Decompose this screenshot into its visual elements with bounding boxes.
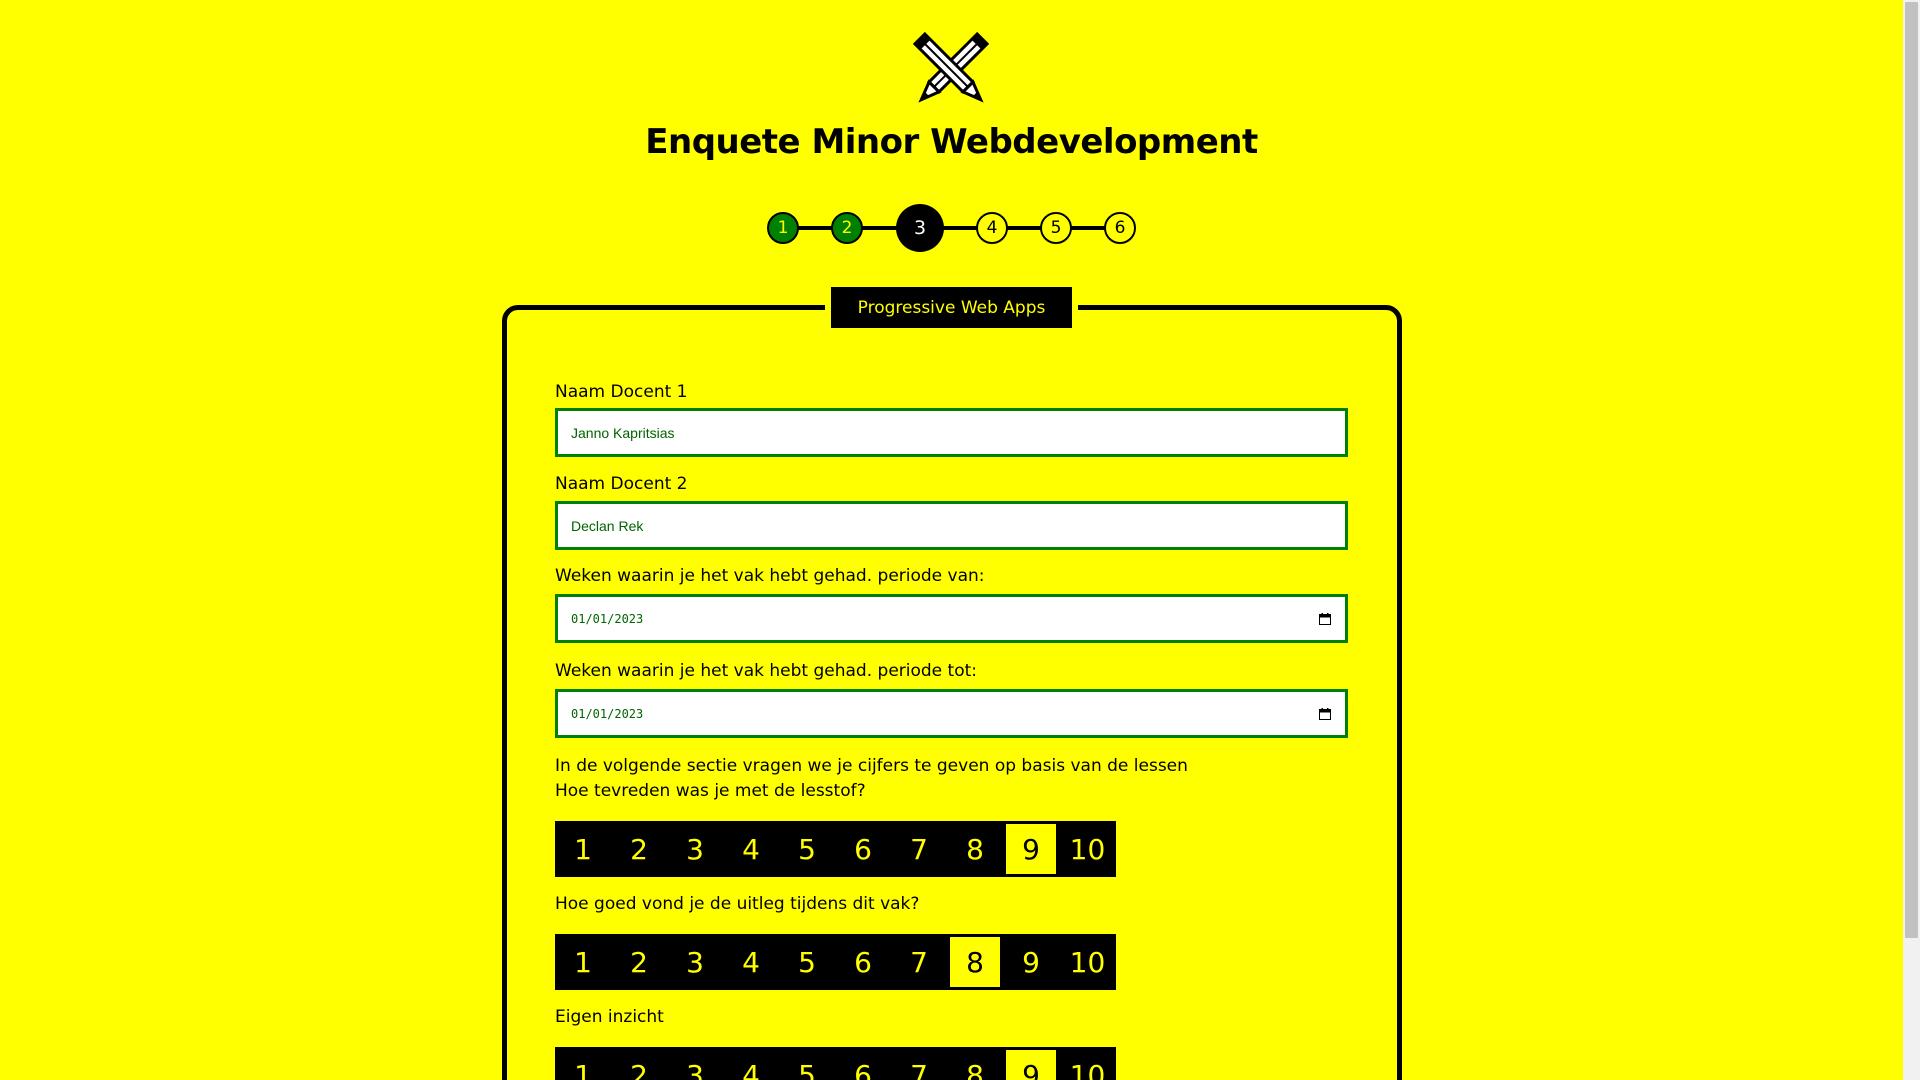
periode-tot-label: Weken waarin je het vak hebt gehad. peri… [555,661,978,681]
calendar-icon[interactable] [1319,613,1331,625]
periode-tot-value: 01/01/2023 [571,706,644,721]
rating-option-6[interactable]: 6 [835,934,891,990]
step-1[interactable]: 1 [767,212,799,244]
rating-intro-text: In de volgende sectie vragen we je cijfe… [555,756,1188,776]
rating-option-6[interactable]: 6 [835,1047,891,1080]
rating-option-9[interactable]: 9 [1003,1047,1059,1080]
rating-option-9[interactable]: 9 [1003,934,1059,990]
rating-option-7[interactable]: 7 [891,1047,947,1080]
rating-option-5[interactable]: 5 [779,1047,835,1080]
docent2-input[interactable]: Declan Rek [555,501,1348,550]
rating-option-2[interactable]: 2 [611,1047,667,1080]
periode-van-label: Weken waarin je het vak hebt gehad. peri… [555,566,985,586]
step-2[interactable]: 2 [831,212,863,244]
rating-option-4[interactable]: 4 [723,1047,779,1080]
rating-option-4[interactable]: 4 [723,934,779,990]
rating-option-1[interactable]: 1 [555,1047,611,1080]
rating-option-8[interactable]: 8 [947,1047,1003,1080]
docent1-input[interactable]: Janno Kapritsias [555,408,1348,457]
docent1-label: Naam Docent 1 [555,382,688,402]
rating-option-7[interactable]: 7 [891,934,947,990]
scrollbar[interactable] [1903,0,1920,1080]
question-1-label: Hoe tevreden was je met de lesstof? [555,781,866,801]
rating-group-3: 1 2 3 4 5 6 7 8 9 10 [555,1047,1116,1080]
step-6[interactable]: 6 [1104,212,1136,244]
rating-group-1: 1 2 3 4 5 6 7 8 9 10 [555,821,1116,877]
rating-option-10[interactable]: 10 [1059,821,1116,877]
rating-option-1[interactable]: 1 [555,934,611,990]
scrollbar-thumb[interactable] [1905,2,1918,938]
step-3[interactable]: 3 [896,204,944,252]
crossed-pencils-icon [912,31,990,103]
docent2-label: Naam Docent 2 [555,474,688,494]
rating-option-2[interactable]: 2 [611,934,667,990]
rating-option-3[interactable]: 3 [667,934,723,990]
rating-option-7[interactable]: 7 [891,821,947,877]
periode-van-value: 01/01/2023 [571,611,644,626]
rating-option-8[interactable]: 8 [947,821,1003,877]
rating-option-8[interactable]: 8 [947,934,1003,990]
step-4[interactable]: 4 [976,212,1008,244]
step-5[interactable]: 5 [1040,212,1072,244]
rating-group-2: 1 2 3 4 5 6 7 8 9 10 [555,934,1116,990]
rating-option-6[interactable]: 6 [835,821,891,877]
survey-page: Enquete Minor Webdevelopment 1 2 3 4 5 6… [0,0,1920,1080]
rating-option-4[interactable]: 4 [723,821,779,877]
rating-option-3[interactable]: 3 [667,821,723,877]
rating-option-10[interactable]: 10 [1059,1047,1116,1080]
section-legend: Progressive Web Apps [831,287,1072,328]
rating-option-10[interactable]: 10 [1059,934,1116,990]
periode-tot-date-input[interactable]: 01/01/2023 [555,689,1348,738]
rating-option-5[interactable]: 5 [779,934,835,990]
progress-stepper: 1 2 3 4 5 6 [767,202,1147,252]
question-3-label: Eigen inzicht [555,1007,664,1027]
rating-option-5[interactable]: 5 [779,821,835,877]
rating-option-3[interactable]: 3 [667,1047,723,1080]
rating-option-9[interactable]: 9 [1003,821,1059,877]
question-2-label: Hoe goed vond je de uitleg tijdens dit v… [555,894,920,914]
periode-van-date-input[interactable]: 01/01/2023 [555,594,1348,643]
page-title: Enquete Minor Webdevelopment [645,122,1258,162]
rating-option-1[interactable]: 1 [555,821,611,877]
rating-option-2[interactable]: 2 [611,821,667,877]
calendar-icon[interactable] [1319,708,1331,720]
